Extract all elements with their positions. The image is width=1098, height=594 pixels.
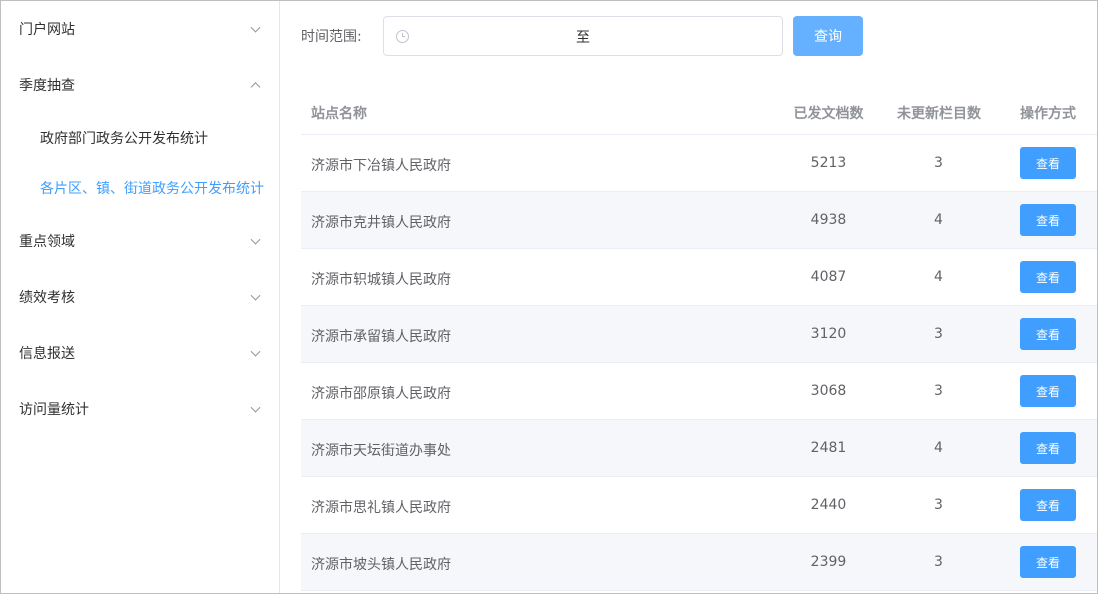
- cell-doc-count: 4938: [810, 212, 847, 228]
- menu-key-areas[interactable]: 重点领域: [1, 213, 279, 269]
- chevron-up-icon: [250, 82, 261, 93]
- view-button[interactable]: 查看: [1020, 546, 1076, 578]
- menu-portal-sites[interactable]: 门户网站: [1, 1, 279, 57]
- view-button[interactable]: 查看: [1020, 147, 1076, 179]
- submenu-towns-streets[interactable]: 各片区、镇、街道政务公开发布统计: [1, 163, 279, 213]
- chevron-down-icon: [250, 402, 261, 413]
- cell-doc-count: 3068: [810, 383, 847, 399]
- menu-label: 门户网站: [19, 22, 75, 38]
- view-button[interactable]: 查看: [1020, 204, 1076, 236]
- header-stale-columns: 未更新栏目数: [897, 106, 981, 122]
- table-header: 站点名称 已发文档数 未更新栏目数 操作方式: [301, 87, 1097, 135]
- view-button[interactable]: 查看: [1020, 375, 1076, 407]
- cell-site-name: 济源市轵城镇人民政府: [311, 272, 451, 288]
- cell-doc-count: 4087: [810, 269, 847, 285]
- cell-stale-columns: 3: [934, 554, 943, 570]
- header-actions: 操作方式: [1020, 106, 1076, 122]
- cell-stale-columns: 3: [934, 155, 943, 171]
- cell-site-name: 济源市天坛街道办事处: [311, 443, 451, 459]
- cell-site-name: 济源市克井镇人民政府: [311, 215, 451, 231]
- menu-label: 绩效考核: [19, 290, 75, 306]
- cell-doc-count: 3120: [810, 326, 847, 342]
- chevron-down-icon: [250, 22, 261, 33]
- date-range-picker[interactable]: 至: [383, 16, 783, 56]
- cell-doc-count: 2399: [810, 554, 847, 570]
- cell-site-name: 济源市邵原镇人民政府: [311, 386, 451, 402]
- cell-stale-columns: 3: [934, 497, 943, 513]
- menu-visit-stats[interactable]: 访问量统计: [1, 381, 279, 437]
- chevron-down-icon: [250, 290, 261, 301]
- sidebar-menu: 门户网站 季度抽查 政府部门政务公开发布统计 各片区、镇、街道政务公开发布统计 …: [1, 1, 280, 593]
- table-row: 济源市轵城镇人民政府 4087 4 查看: [301, 249, 1097, 306]
- cell-stale-columns: 3: [934, 326, 943, 342]
- cell-site-name: 济源市承留镇人民政府: [311, 329, 451, 345]
- cell-doc-count: 2440: [810, 497, 847, 513]
- query-button[interactable]: 查询: [793, 16, 863, 56]
- table-row: 济源市坡头镇人民政府 2399 3 查看: [301, 534, 1097, 591]
- table-row: 济源市承留镇人民政府 3120 3 查看: [301, 306, 1097, 363]
- menu-quarterly-check[interactable]: 季度抽查: [1, 57, 279, 113]
- chevron-down-icon: [250, 346, 261, 357]
- menu-label: 信息报送: [19, 346, 75, 362]
- cell-stale-columns: 4: [934, 212, 943, 228]
- menu-performance[interactable]: 绩效考核: [1, 269, 279, 325]
- table-row: 济源市天坛街道办事处 2481 4 查看: [301, 420, 1097, 477]
- cell-stale-columns: 4: [934, 269, 943, 285]
- cell-doc-count: 2481: [810, 440, 847, 456]
- menu-info-reporting[interactable]: 信息报送: [1, 325, 279, 381]
- time-range-label: 时间范围:: [301, 29, 362, 45]
- main-content: 时间范围: 至 查询 站点名称 已发文档数 未更新栏目数 操作方式 济源市下冶镇…: [281, 1, 1097, 593]
- view-button[interactable]: 查看: [1020, 261, 1076, 293]
- submenu-label: 政府部门政务公开发布统计: [40, 131, 208, 147]
- view-button[interactable]: 查看: [1020, 489, 1076, 521]
- cell-stale-columns: 3: [934, 383, 943, 399]
- table-row: 济源市邵原镇人民政府 3068 3 查看: [301, 363, 1097, 420]
- range-separator: 至: [576, 30, 590, 46]
- view-button[interactable]: 查看: [1020, 318, 1076, 350]
- cell-site-name: 济源市坡头镇人民政府: [311, 557, 451, 573]
- menu-label: 访问量统计: [19, 402, 89, 418]
- cell-doc-count: 5213: [810, 155, 847, 171]
- table-row: 济源市思礼镇人民政府 2440 3 查看: [301, 477, 1097, 534]
- table-row: 济源市克井镇人民政府 4938 4 查看: [301, 192, 1097, 249]
- header-site-name: 站点名称: [311, 106, 367, 122]
- table-body: 济源市下冶镇人民政府 5213 3 查看 济源市克井镇人民政府 4938 4 查看 济源市轵城镇…: [301, 135, 1097, 591]
- header-doc-count: 已发文档数: [793, 106, 864, 122]
- sites-table: 站点名称 已发文档数 未更新栏目数 操作方式 济源市下冶镇人民政府 5213 3 查看…: [301, 87, 1097, 591]
- cell-site-name: 济源市思礼镇人民政府: [311, 500, 451, 516]
- menu-label: 重点领域: [19, 234, 75, 250]
- chevron-down-icon: [250, 234, 261, 245]
- view-button[interactable]: 查看: [1020, 432, 1076, 464]
- menu-label: 季度抽查: [19, 78, 75, 94]
- submenu-government-departments[interactable]: 政府部门政务公开发布统计: [1, 113, 279, 163]
- cell-stale-columns: 4: [934, 440, 943, 456]
- submenu-label: 各片区、镇、街道政务公开发布统计: [40, 181, 264, 197]
- app-frame: 门户网站 季度抽查 政府部门政务公开发布统计 各片区、镇、街道政务公开发布统计 …: [0, 0, 1098, 594]
- cell-site-name: 济源市下冶镇人民政府: [311, 158, 451, 174]
- table-row: 济源市下冶镇人民政府 5213 3 查看: [301, 135, 1097, 192]
